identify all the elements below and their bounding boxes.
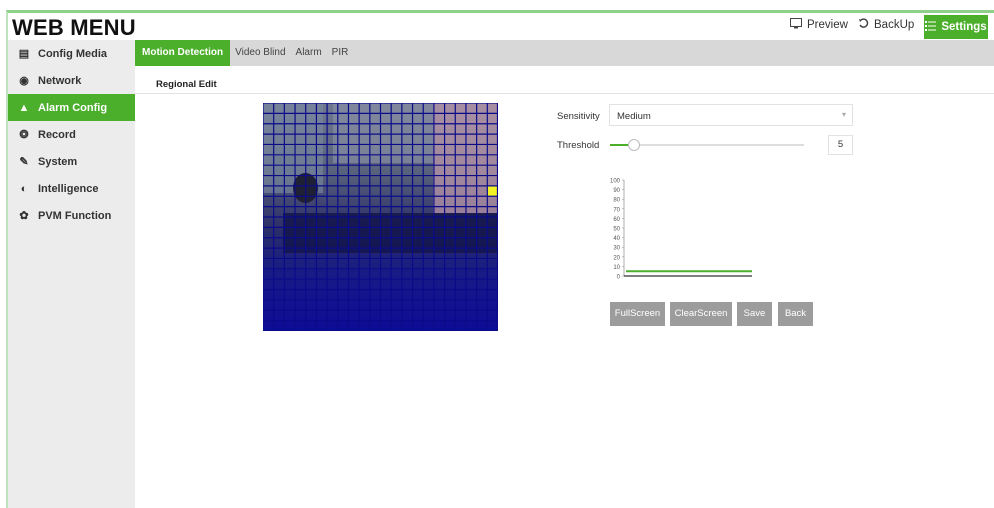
sidebar-item-config-media[interactable]: ▤ Config Media (8, 40, 135, 67)
fullscreen-button[interactable]: FullScreen (610, 302, 665, 326)
sensitivity-label: Sensitivity (557, 111, 600, 122)
threshold-slider[interactable] (610, 139, 804, 151)
settings-label: Settings (941, 21, 987, 33)
section-title: Regional Edit (156, 79, 217, 90)
list-icon (925, 20, 937, 34)
file-icon: ▤ (18, 48, 30, 60)
sidebar-item-record[interactable]: ❂ Record (8, 121, 135, 148)
tab-pir[interactable]: PIR (327, 40, 354, 66)
undo-icon (858, 18, 869, 32)
y-tick-label: 40 (613, 236, 620, 242)
tab-video-blind[interactable]: Video Blind (230, 40, 290, 66)
y-tick-label: 90 (613, 188, 620, 194)
sensitivity-select[interactable]: Medium ▾ (609, 104, 853, 126)
threshold-slider-handle[interactable] (627, 139, 640, 151)
motion-level-chart: 1009080706050403020100 (610, 179, 752, 281)
y-tick-label: 80 (613, 198, 620, 204)
app-title: WEB MENU (12, 15, 136, 40)
sidebar-item-label: Config Media (38, 47, 108, 60)
y-tick-label: 10 (613, 265, 620, 271)
backup-button[interactable]: BackUp (858, 18, 914, 32)
sidebar-item-label: Record (38, 128, 76, 141)
header-bar: WEB MENU Preview BackUp Settings (8, 13, 994, 40)
record-icon: ❂ (19, 129, 29, 141)
wrench-icon: ✎ (19, 156, 29, 168)
sidebar-item-label: System (38, 155, 78, 168)
gear-icon: ✿ (19, 210, 29, 222)
preview-button[interactable]: Preview (790, 18, 848, 32)
tab-alarm[interactable]: Alarm (291, 40, 327, 66)
user-alarm-icon: ▲ (18, 101, 30, 114)
preview-label: Preview (807, 19, 848, 31)
sensitivity-value: Medium (617, 111, 651, 122)
grid-cell-highlighted[interactable] (487, 185, 498, 197)
threshold-slider-fill (610, 144, 628, 146)
sidebar-item-network[interactable]: ◉ Network (8, 67, 135, 94)
threshold-label: Threshold (557, 140, 600, 151)
section-header: Regional Edit (135, 66, 994, 94)
backup-label: BackUp (874, 19, 915, 31)
globe-icon: ◉ (19, 75, 29, 87)
y-tick-label: 30 (613, 246, 620, 252)
settings-button[interactable]: Settings (924, 15, 988, 39)
y-tick-label: 20 (613, 255, 620, 261)
clearscreen-button[interactable]: ClearScreen (670, 302, 732, 326)
y-tick-label: 0 (617, 275, 621, 281)
sidebar-item-label: PVM Function (38, 209, 112, 222)
y-tick-label: 70 (613, 207, 620, 213)
y-tick-label: 50 (613, 227, 620, 233)
motion-region-editor[interactable] (263, 103, 498, 331)
sidebar-item-alarm-config[interactable]: ▲ Alarm Config (8, 94, 135, 121)
sidebar: ▤ Config Media ◉ Network ▲ Alarm Config … (8, 40, 135, 508)
y-tick-label: 100 (610, 179, 621, 185)
sidebar-item-pvm-function[interactable]: ✿ PVM Function (8, 202, 135, 229)
threshold-value-box[interactable]: 5 (828, 135, 853, 155)
sidebar-item-label: Alarm Config (38, 101, 108, 114)
tab-motion-detection[interactable]: Motion Detection (135, 40, 231, 66)
monitor-icon (790, 18, 802, 32)
save-button[interactable]: Save (737, 302, 772, 326)
back-button[interactable]: Back (778, 302, 813, 326)
detection-grid[interactable] (263, 103, 498, 331)
sidebar-item-label: Intelligence (38, 182, 99, 195)
sidebar-item-intelligence[interactable]: ◐ Intelligence (8, 175, 135, 202)
sidebar-item-label: Network (38, 74, 82, 87)
y-tick-label: 60 (613, 217, 620, 223)
tab-bar: Motion Detection Video Blind Alarm PIR (135, 40, 994, 66)
chevron-down-icon: ▾ (841, 110, 846, 119)
sidebar-item-system[interactable]: ✎ System (8, 148, 135, 175)
brain-icon: ◐ (20, 182, 28, 195)
